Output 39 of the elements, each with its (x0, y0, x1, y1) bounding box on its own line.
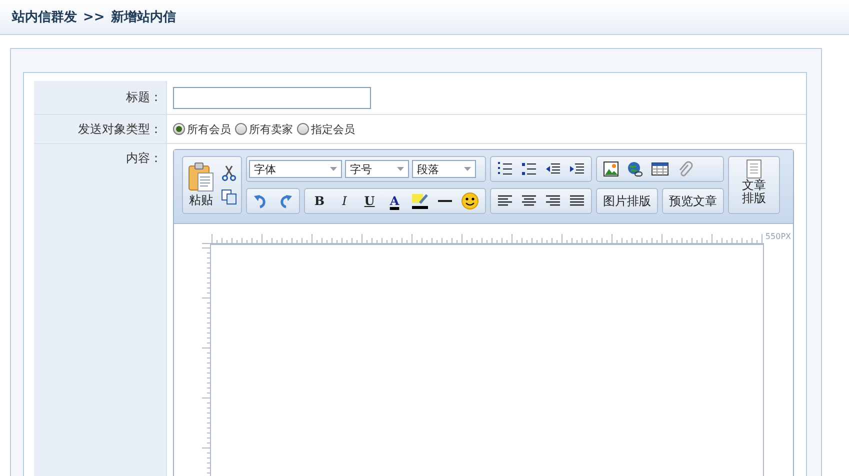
ruler-label: 550PX (765, 232, 791, 241)
breadcrumb-separator: >> (83, 10, 105, 24)
dropdown[interactable]: 字号 (345, 160, 409, 178)
document-icon (746, 159, 762, 179)
toolbar-button[interactable]: 图片排版 (596, 188, 658, 214)
radio-label[interactable]: 所有会员 (187, 122, 231, 136)
caret-icon (464, 167, 471, 171)
ordered-list-icon[interactable] (497, 161, 513, 177)
radio-label[interactable]: 所有卖家 (249, 122, 293, 136)
caret-icon (330, 167, 337, 171)
radio-button[interactable] (235, 123, 247, 135)
breadcrumb-section[interactable]: 站内信群发 (12, 8, 77, 26)
page-title: 新增站内信 (110, 8, 176, 26)
paperclip-icon[interactable] (677, 161, 693, 177)
format-button[interactable]: A (382, 194, 407, 208)
dropdown[interactable]: 字体 (249, 160, 342, 178)
image-icon[interactable] (603, 161, 619, 177)
scissors-icon[interactable] (221, 165, 237, 181)
smiley-icon[interactable] (461, 192, 479, 210)
clipboard-icon (187, 162, 215, 192)
format-button[interactable]: B (307, 194, 332, 208)
format-button[interactable]: U (357, 194, 382, 208)
table-icon[interactable] (651, 161, 669, 177)
radio-label[interactable]: 指定会员 (311, 122, 355, 136)
field-label: 内容： (34, 144, 167, 476)
title-input-field[interactable] (173, 86, 371, 108)
radio-button[interactable] (173, 123, 185, 135)
radio-button[interactable] (297, 123, 309, 135)
layout-button[interactable]: 文章排版 (728, 156, 780, 214)
highlighter-icon[interactable] (411, 192, 429, 210)
field-label: 标题： (34, 81, 167, 114)
toolbar-button[interactable]: 预览文章 (662, 188, 724, 214)
format-button[interactable]: I (332, 194, 357, 208)
bullet-list-icon[interactable] (521, 161, 537, 177)
field-label: 发送对象类型： (34, 115, 167, 143)
globe-link-icon[interactable] (627, 161, 643, 177)
copy-icon[interactable] (221, 189, 237, 205)
dropdown[interactable]: 段落 (412, 160, 476, 178)
caret-icon (397, 167, 404, 171)
